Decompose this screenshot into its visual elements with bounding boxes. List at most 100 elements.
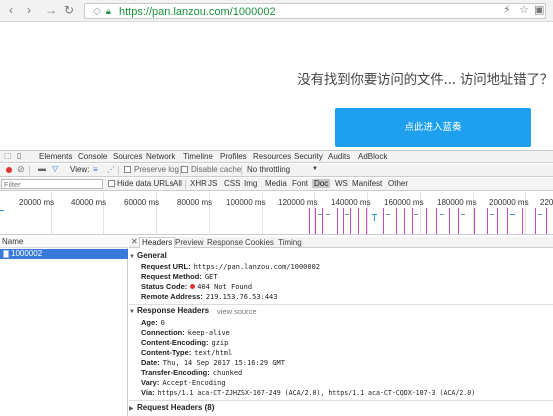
overview-icon[interactable]: ⋰ — [107, 165, 115, 174]
forward-arrow-icon[interactable]: → — [44, 3, 58, 17]
network-overview[interactable]: 20000 ms 40000 ms 60000 ms 80000 ms 1000… — [0, 192, 553, 235]
record-icon[interactable] — [6, 167, 12, 173]
event-marker — [507, 208, 508, 234]
header-row: Date: Thu, 14 Sep 2017 15:16:29 GMT — [141, 358, 285, 367]
header-row: Transfer-Encoding: chunked — [141, 368, 242, 377]
tab-preview[interactable]: Preview — [173, 238, 205, 247]
lightning-icon[interactable]: ⚡︎ — [503, 5, 511, 16]
key: Content-Encoding: — [141, 338, 209, 347]
tab-audits[interactable]: Audits — [328, 152, 350, 161]
filter-icon[interactable]: ▽ — [52, 164, 58, 173]
filter-type-font[interactable]: Font — [290, 179, 310, 188]
general-section-toggle[interactable]: ▼ General — [129, 251, 167, 260]
request-details: ✕ Headers Preview Response Cookies Timin… — [129, 237, 553, 416]
filter-input[interactable] — [1, 179, 103, 189]
tab-console[interactable]: Console — [78, 152, 107, 161]
preserve-log-checkbox[interactable] — [124, 166, 131, 173]
star-icon[interactable]: ☆ — [519, 5, 529, 16]
view-label: View: — [70, 165, 90, 174]
header-row: Via: https/1.1 aca-CT-ZJHZSX-167-249 (ACA… — [141, 388, 475, 397]
key: Request URL: — [141, 262, 191, 271]
tab-response[interactable]: Response — [205, 238, 245, 247]
timeline-tick: 180000 ms — [437, 198, 477, 207]
value: text/html — [194, 349, 233, 357]
enter-lanzou-button[interactable]: 点此进入蓝奏 — [335, 108, 531, 147]
status-dot-icon — [190, 284, 196, 289]
tab-resources[interactable]: Resources — [253, 152, 291, 161]
inspect-icon[interactable]: ⬚ — [4, 151, 12, 160]
clear-icon[interactable]: ⊘ — [17, 164, 25, 175]
tab-profiles[interactable]: Profiles — [220, 152, 247, 161]
request-bar — [538, 214, 542, 215]
url-text[interactable]: https://pan.lanzou.com/1000002 — [119, 6, 276, 18]
event-marker — [404, 208, 405, 234]
address-bar[interactable]: ◇ 🔒︎ https://pan.lanzou.com/1000002 ⚡︎ ☆… — [84, 3, 546, 19]
timeline-tick: 40000 ms — [71, 198, 107, 207]
key: Transfer-Encoding: — [141, 368, 210, 377]
divider — [241, 166, 242, 175]
response-headers-section-toggle[interactable]: ▼ Response Headers — [129, 306, 209, 315]
value: 219.153.76.53:443 — [205, 293, 278, 301]
tab-sources[interactable]: Sources — [113, 152, 142, 161]
timeline-tick: 60000 ms — [124, 198, 160, 207]
list-view-icon[interactable]: ≡ — [93, 165, 98, 174]
event-marker — [396, 208, 397, 234]
disable-cache-checkbox[interactable] — [181, 166, 188, 173]
extension-icon[interactable]: ▣ — [534, 5, 544, 16]
filter-type-all[interactable]: All — [171, 179, 184, 188]
divider — [185, 180, 186, 189]
camera-icon[interactable]: ▬ — [38, 164, 46, 173]
filter-type-ws[interactable]: WS — [333, 179, 350, 188]
reload-icon[interactable]: ↻ — [62, 3, 76, 17]
filter-type-js[interactable]: JS — [206, 179, 219, 188]
tab-timing[interactable]: Timing — [276, 238, 304, 247]
close-icon[interactable]: ✕ — [131, 237, 138, 246]
tab-cookies[interactable]: Cookies — [243, 238, 276, 247]
error-message: 没有找到你要访问的文件... 访问地址错了？ — [297, 72, 553, 88]
event-marker — [366, 208, 367, 234]
event-marker — [487, 208, 488, 234]
lock-icon[interactable]: 🔒︎ — [106, 6, 111, 17]
tab-network[interactable]: Network — [146, 152, 175, 161]
event-marker — [315, 208, 316, 234]
filter-type-media[interactable]: Media — [263, 179, 289, 188]
filter-type-img[interactable]: Img — [242, 179, 259, 188]
hide-data-urls-checkbox[interactable] — [108, 180, 115, 187]
value: 404 Not Found — [197, 283, 253, 291]
throttling-select[interactable]: No throttling — [247, 165, 290, 174]
timeline-tick: 20000 ms — [19, 198, 55, 207]
request-row[interactable]: 1000002 — [0, 249, 128, 259]
forward-icon[interactable]: › — [22, 3, 36, 17]
value: gzip — [211, 339, 229, 347]
request-headers-section-toggle[interactable]: ▶ Request Headers (8) — [129, 403, 214, 412]
event-marker — [546, 208, 547, 234]
tab-security[interactable]: Security — [294, 152, 323, 161]
tab-timeline[interactable]: Timeline — [183, 152, 213, 161]
filter-type-css[interactable]: CSS — [222, 179, 242, 188]
filter-type-doc[interactable]: Doc — [312, 179, 331, 188]
back-icon[interactable]: ‹ — [4, 3, 18, 17]
shield-icon[interactable]: ◇ — [93, 6, 101, 17]
key: Status Code: — [141, 282, 188, 291]
device-icon[interactable]: ▯ — [17, 151, 21, 160]
header-row: Age: 0 — [141, 318, 165, 327]
tab-adblock[interactable]: AdBlock — [358, 152, 387, 161]
tab-headers[interactable]: Headers — [139, 237, 176, 248]
view-source-link[interactable]: view source — [217, 307, 257, 316]
timeline-tick: 160000 ms — [384, 198, 424, 207]
filter-type-manifest[interactable]: Manifest — [350, 179, 384, 188]
filter-text-field[interactable] — [2, 180, 102, 189]
chevron-down-icon[interactable]: ▼ — [312, 166, 318, 172]
value: Accept-Encoding — [162, 379, 226, 387]
request-bar — [440, 214, 444, 215]
name-column-header[interactable]: Name — [0, 237, 128, 248]
key: Date: — [141, 358, 160, 367]
value: chunked — [212, 369, 243, 377]
triangle-down-icon: ▼ — [129, 309, 135, 315]
tab-elements[interactable]: Elements — [39, 152, 72, 161]
triangle-down-icon: ▼ — [129, 254, 135, 260]
filter-type-other[interactable]: Other — [386, 179, 410, 188]
header-row: Connection: keep-alive — [141, 328, 230, 337]
request-name: 1000002 — [11, 249, 43, 258]
event-marker — [474, 208, 475, 234]
